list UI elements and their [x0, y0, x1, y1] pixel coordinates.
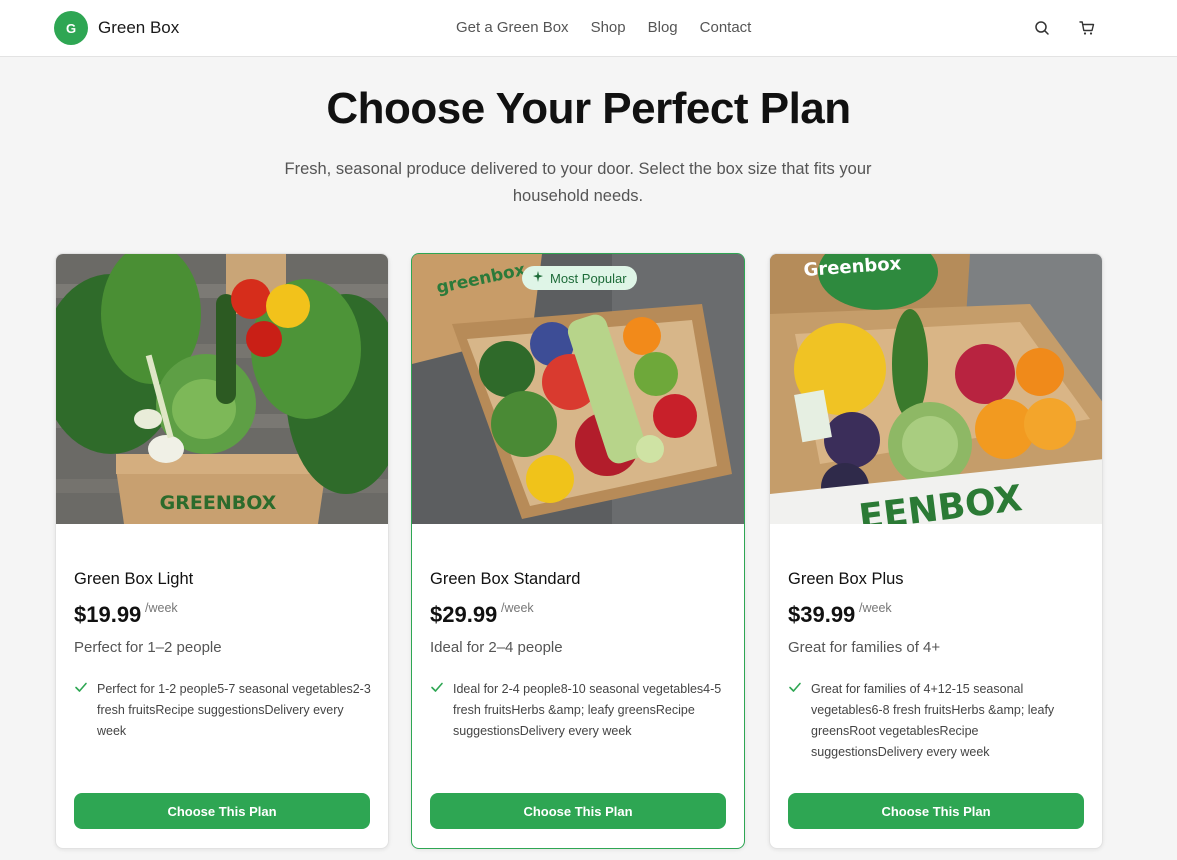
plan-name: Green Box Standard	[430, 570, 581, 588]
check-icon	[74, 680, 88, 694]
plan-image-plus: Greenbox EENBOX	[770, 254, 1102, 524]
plan-period: /week	[859, 601, 892, 615]
logo-mark[interactable]: G	[54, 11, 88, 45]
nav-contact[interactable]: Contact	[700, 19, 752, 36]
cart-icon[interactable]	[1077, 18, 1097, 38]
plan-price: $19.99	[74, 602, 142, 627]
plan-card-light: GREENBOX Green Box Light $19.99 /week Pe…	[55, 253, 389, 849]
plan-period: /week	[145, 601, 178, 615]
main-nav: Get a Green Box Shop Blog Contact	[456, 19, 751, 36]
badge-label: Most Popular	[550, 270, 627, 286]
choose-plan-button[interactable]: Choose This Plan	[74, 793, 370, 829]
plan-price: $39.99	[788, 602, 856, 627]
choose-plan-button[interactable]: Choose This Plan	[430, 793, 726, 829]
plan-price: $29.99	[430, 602, 498, 627]
plan-image-standard: greenbox	[412, 254, 744, 524]
search-icon[interactable]	[1032, 18, 1052, 38]
plan-image-light: GREENBOX	[56, 254, 388, 524]
box-print-light: GREENBOX	[160, 492, 277, 514]
plan-features: Ideal for 2-4 people8-10 seasonal vegeta…	[453, 682, 722, 738]
plan-features: Perfect for 1-2 people5-7 seasonal veget…	[97, 682, 371, 738]
page-title: Choose Your Perfect Plan	[326, 84, 851, 133]
brand-name[interactable]: Green Box	[98, 18, 179, 38]
check-icon	[788, 680, 802, 694]
plan-tagline: Great for families of 4+	[788, 639, 941, 656]
plan-card-standard: greenbox Most Popular Green Box Standard…	[411, 253, 745, 849]
most-popular-badge: Most Popular	[522, 266, 637, 290]
plan-period: /week	[501, 601, 534, 615]
page-subtitle: Fresh, seasonal produce delivered to you…	[284, 160, 872, 205]
plan-name: Green Box Light	[74, 570, 194, 588]
nav-blog[interactable]: Blog	[648, 19, 678, 36]
nav-shop[interactable]: Shop	[591, 19, 626, 36]
sparkle-icon	[532, 270, 544, 286]
site-header: G Green Box Get a Green Box Shop Blog Co…	[0, 0, 1177, 57]
plan-tagline: Ideal for 2–4 people	[430, 639, 563, 656]
nav-get-a-green-box[interactable]: Get a Green Box	[456, 19, 569, 36]
choose-plan-button[interactable]: Choose This Plan	[788, 793, 1084, 829]
plan-tagline: Perfect for 1–2 people	[74, 639, 222, 656]
plan-features: Great for families of 4+12-15 seasonal v…	[811, 682, 1055, 759]
check-icon	[430, 680, 444, 694]
plan-card-plus: Greenbox EENBOX Green Box Plus $39.99 /w…	[769, 253, 1103, 849]
plan-name: Green Box Plus	[788, 570, 904, 588]
